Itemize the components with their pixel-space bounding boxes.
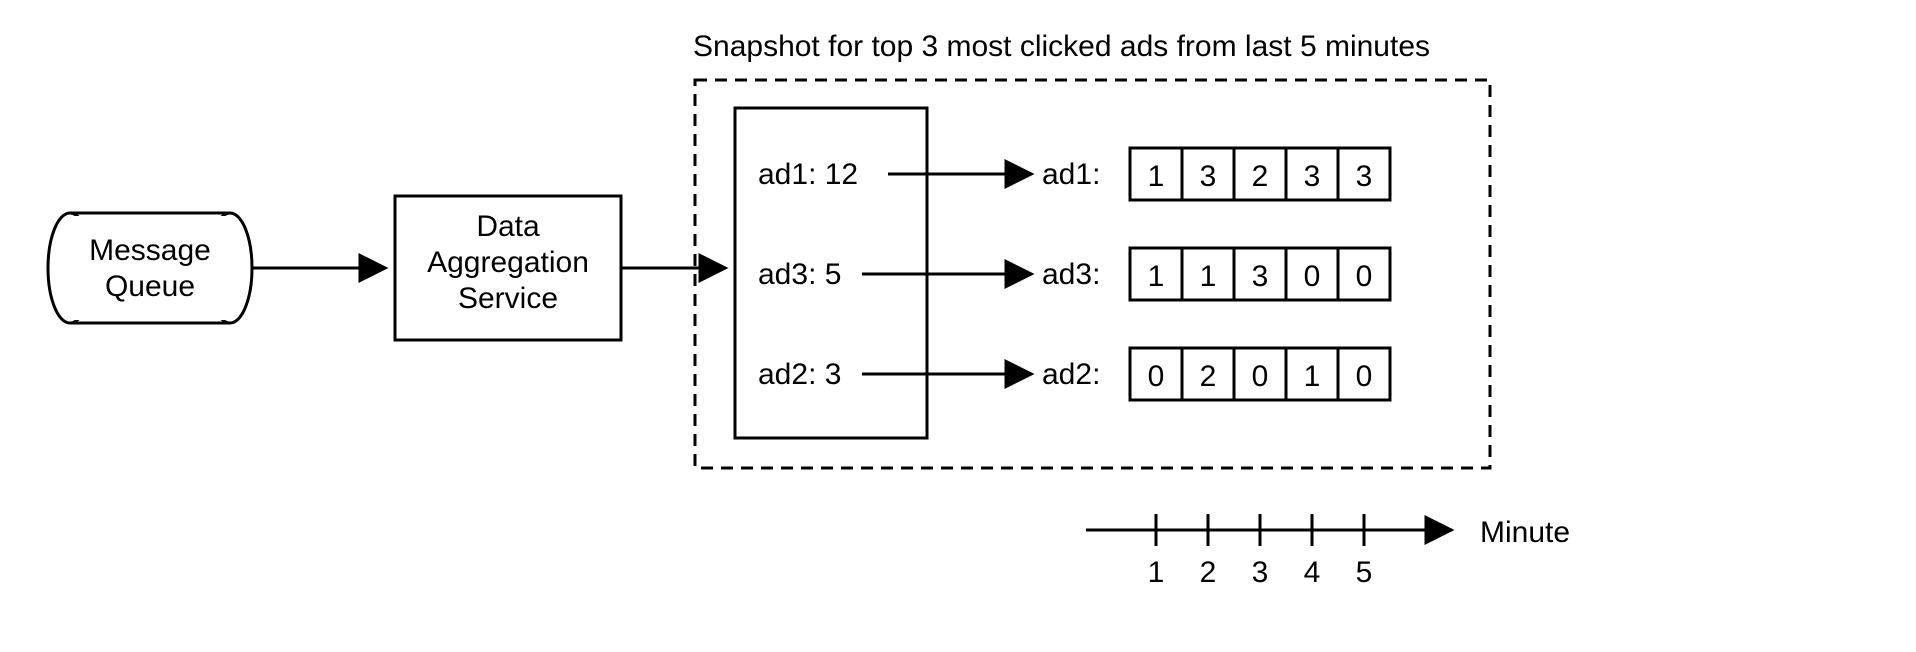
tick-4: 4 — [1304, 556, 1321, 589]
detail-name-ad1: ad1 — [1042, 158, 1092, 191]
cell-ad1-m4: 3 — [1304, 160, 1321, 193]
cell-ad3-m1: 1 — [1148, 260, 1165, 293]
data-aggregation-service-box: Data Aggregation Service — [395, 196, 621, 340]
message-queue-label-1: Message — [89, 234, 211, 267]
agg-label-2: Aggregation — [427, 246, 589, 279]
minute-cells-ad2: 0 2 0 1 0 — [1130, 348, 1390, 400]
svg-text:ad3:: ad3: — [1042, 258, 1100, 291]
agg-label-3: Service — [458, 282, 558, 315]
cell-ad1-m3: 2 — [1252, 160, 1269, 193]
svg-text:ad2:: ad2: — [1042, 358, 1100, 391]
cell-ad3-m5: 0 — [1356, 260, 1373, 293]
detail-name-ad3: ad3 — [1042, 258, 1092, 291]
cell-ad1-m1: 1 — [1148, 160, 1165, 193]
cell-ad3-m2: 1 — [1200, 260, 1217, 293]
time-axis: 1 2 3 4 5 Minute — [1086, 514, 1570, 589]
cell-ad2-m5: 0 — [1356, 360, 1373, 393]
summary-name-ad3: ad3 — [758, 258, 808, 291]
cell-ad3-m3: 3 — [1252, 260, 1269, 293]
diagram-canvas: Message Queue Data Aggregation Service S… — [0, 0, 1916, 652]
summary-total-ad2: 3 — [825, 358, 842, 391]
summary-name-ad1: ad1 — [758, 158, 808, 191]
svg-text:ad1: 12: ad1: 12 — [758, 158, 858, 191]
cell-ad1-m2: 3 — [1200, 160, 1217, 193]
cell-ad2-m4: 1 — [1304, 360, 1321, 393]
message-queue-cylinder: Message Queue — [48, 213, 252, 323]
svg-text:ad1:: ad1: — [1042, 158, 1100, 191]
tick-5: 5 — [1356, 556, 1373, 589]
cell-ad1-m5: 3 — [1356, 160, 1373, 193]
cell-ad2-m1: 0 — [1148, 360, 1165, 393]
message-queue-label-2: Queue — [105, 270, 195, 303]
time-axis-label: Minute — [1480, 516, 1570, 549]
svg-text:ad2: 3: ad2: 3 — [758, 358, 841, 391]
agg-label-1: Data — [476, 210, 540, 243]
cell-ad2-m2: 2 — [1200, 360, 1217, 393]
summary-total-ad3: 5 — [825, 258, 842, 291]
tick-1: 1 — [1148, 556, 1165, 589]
snapshot-title: Snapshot for top 3 most clicked ads from… — [693, 30, 1430, 63]
minute-cells-ad3: 1 1 3 0 0 — [1130, 248, 1390, 300]
tick-3: 3 — [1252, 556, 1269, 589]
summary-name-ad2: ad2 — [758, 358, 808, 391]
minute-cells-ad1: 1 3 2 3 3 — [1130, 148, 1390, 200]
detail-name-ad2: ad2 — [1042, 358, 1092, 391]
cell-ad3-m4: 0 — [1304, 260, 1321, 293]
tick-2: 2 — [1200, 556, 1217, 589]
svg-text:ad3: 5: ad3: 5 — [758, 258, 841, 291]
cell-ad2-m3: 0 — [1252, 360, 1269, 393]
summary-total-ad1: 12 — [825, 158, 858, 191]
